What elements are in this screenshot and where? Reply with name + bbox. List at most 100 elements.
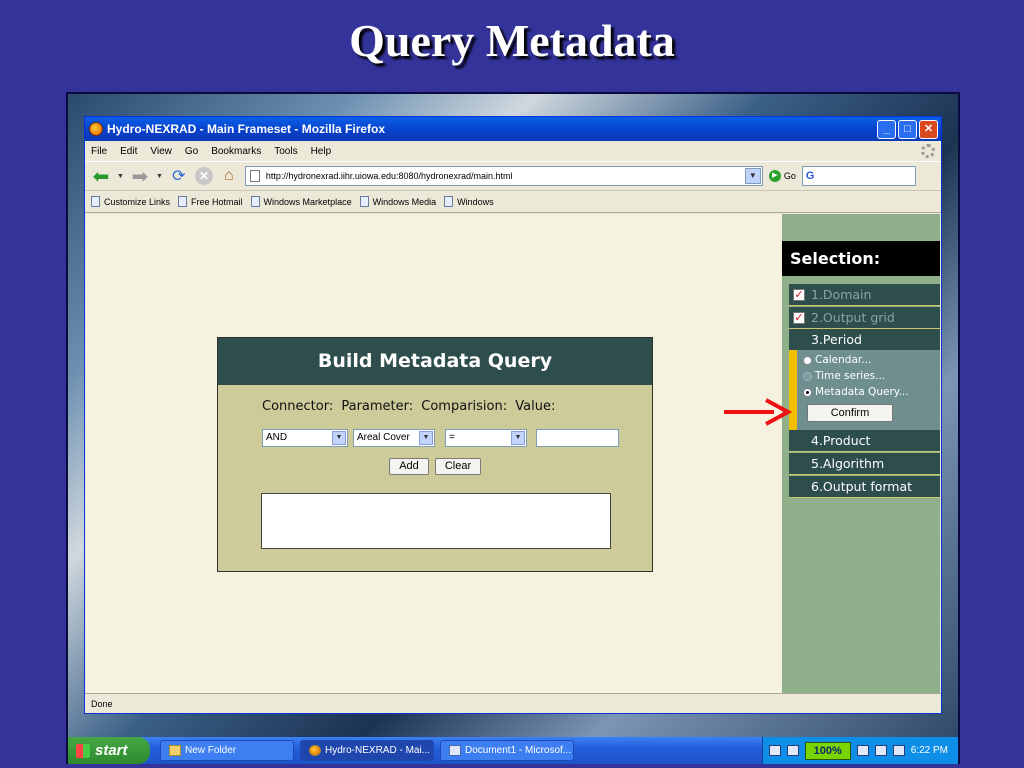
search-input[interactable]: G bbox=[801, 166, 916, 186]
menu-tools[interactable]: Tools bbox=[274, 146, 297, 157]
column-headers: Connector: Parameter: Comparision: Value… bbox=[262, 399, 559, 414]
bookmark-windows-media[interactable]: Windows Media bbox=[359, 196, 436, 207]
go-label: Go bbox=[783, 171, 796, 181]
status-bar: Done bbox=[85, 693, 941, 713]
step-output-grid[interactable]: ✓ 2.Output grid bbox=[789, 307, 940, 329]
system-tray: 100% 6:22 PM bbox=[761, 737, 958, 764]
selection-title: Selection: bbox=[782, 241, 940, 276]
forward-dropdown-icon[interactable]: ▼ bbox=[156, 173, 163, 180]
parameter-select[interactable]: Areal Cover ▼ bbox=[353, 429, 435, 447]
bookmark-page-icon bbox=[359, 196, 369, 207]
value-header: Value: bbox=[515, 399, 556, 414]
task-new-folder[interactable]: New Folder bbox=[160, 740, 294, 761]
bookmark-free-hotmail[interactable]: Free Hotmail bbox=[178, 196, 243, 207]
step-product[interactable]: 4.Product bbox=[789, 430, 940, 452]
chevron-down-icon: ▼ bbox=[511, 431, 525, 445]
selection-sidebar: Selection: ✓ 1.Domain ✓ 2.Output grid 3.Pe… bbox=[782, 214, 940, 693]
menu-bookmarks[interactable]: Bookmarks bbox=[211, 146, 261, 157]
navigation-toolbar: ⬅ ▼ ➡ ▼ ⟳ ✕ ⌂ http://hydronexrad.iihr.ui… bbox=[85, 161, 941, 191]
metadata-query-panel: Build Metadata Query Connector: Paramete… bbox=[217, 337, 653, 572]
maximize-button[interactable]: □ bbox=[898, 119, 917, 139]
panel-title: Build Metadata Query bbox=[218, 338, 652, 385]
comparison-value: = bbox=[449, 432, 455, 443]
url-text: http://hydronexrad.iihr.uiowa.edu:8080/h… bbox=[265, 171, 513, 181]
menu-help[interactable]: Help bbox=[311, 146, 332, 157]
task-word[interactable]: Document1 - Microsof... bbox=[440, 740, 574, 761]
query-result-box[interactable] bbox=[261, 493, 611, 549]
back-dropdown-icon[interactable]: ▼ bbox=[117, 173, 124, 180]
task-firefox[interactable]: Hydro-NEXRAD - Mai... bbox=[300, 740, 434, 761]
radio-selected-icon bbox=[803, 387, 812, 397]
help-icon[interactable] bbox=[786, 745, 799, 756]
page-icon bbox=[249, 170, 260, 182]
menu-go[interactable]: Go bbox=[185, 146, 198, 157]
power-icon[interactable] bbox=[856, 745, 869, 756]
stop-icon[interactable]: ✕ bbox=[194, 167, 213, 185]
minimize-button[interactable]: _ bbox=[877, 119, 896, 139]
zoom-level[interactable]: 100% bbox=[804, 741, 851, 760]
value-input[interactable] bbox=[536, 429, 619, 447]
step-label: 4.Product bbox=[811, 433, 871, 448]
task-label: New Folder bbox=[185, 745, 237, 756]
bookmark-page-icon bbox=[444, 196, 454, 207]
step-algorithm[interactable]: 5.Algorithm bbox=[789, 453, 940, 475]
step-label: 6.Output format bbox=[811, 479, 913, 494]
step-label: 2.Output grid bbox=[811, 310, 895, 325]
volume-icon[interactable] bbox=[874, 745, 887, 756]
url-field[interactable]: http://hydronexrad.iihr.uiowa.edu:8080/h… bbox=[244, 166, 763, 186]
step-domain[interactable]: ✓ 1.Domain bbox=[789, 284, 940, 306]
bookmark-label: Free Hotmail bbox=[191, 196, 243, 207]
bookmark-label: Customize Links bbox=[104, 196, 171, 207]
reload-icon[interactable]: ⟳ bbox=[169, 166, 189, 186]
connector-value: AND bbox=[266, 432, 288, 443]
step-output-format[interactable]: 6.Output format bbox=[789, 476, 940, 498]
parameter-header: Parameter: bbox=[341, 399, 414, 414]
bookmark-label: Windows Marketplace bbox=[263, 196, 352, 207]
network-icon[interactable] bbox=[892, 745, 905, 756]
firefox-icon bbox=[89, 122, 103, 136]
comparison-header: Comparision: bbox=[421, 399, 508, 414]
confirm-button[interactable]: Confirm bbox=[807, 404, 893, 422]
step-period[interactable]: 3.Period bbox=[789, 329, 940, 351]
bookmark-page-icon bbox=[91, 196, 100, 207]
bookmark-customize-links[interactable]: Customize Links bbox=[91, 196, 170, 207]
url-dropdown-icon[interactable]: ▼ bbox=[744, 168, 761, 184]
parameter-value: Areal Cover bbox=[357, 432, 410, 443]
menu-view[interactable]: View bbox=[150, 146, 172, 157]
bookmarks-toolbar: Customize Links Free Hotmail Windows Mar… bbox=[85, 191, 941, 213]
window-titlebar[interactable]: Hydro-NEXRAD - Main Frameset - Mozilla F… bbox=[85, 117, 941, 141]
word-document-icon bbox=[449, 745, 461, 756]
bookmark-page-icon bbox=[178, 196, 188, 207]
menu-bar: File Edit View Go Bookmarks Tools Help bbox=[85, 141, 941, 161]
red-arrow-icon bbox=[724, 398, 792, 426]
add-button[interactable]: Add bbox=[389, 458, 429, 475]
bookmark-windows[interactable]: Windows bbox=[444, 196, 494, 207]
go-icon: ▶ bbox=[768, 170, 781, 182]
slide-title: Query Metadata bbox=[349, 15, 675, 66]
option-calendar[interactable]: Calendar... bbox=[803, 354, 871, 366]
comparison-select[interactable]: = ▼ bbox=[445, 429, 527, 447]
chevron-down-icon: ▼ bbox=[419, 431, 433, 445]
clear-button[interactable]: Clear bbox=[435, 458, 481, 475]
option-time-series[interactable]: Time series... bbox=[803, 370, 885, 382]
close-button[interactable]: ✕ bbox=[919, 119, 938, 139]
start-label: start bbox=[95, 742, 128, 759]
taskbar: start New Folder Hydro-NEXRAD - Mai... D… bbox=[68, 737, 958, 764]
bookmark-windows-marketplace[interactable]: Windows Marketplace bbox=[250, 196, 352, 207]
step-label: 3.Period bbox=[811, 332, 862, 347]
forward-icon[interactable]: ➡ bbox=[130, 166, 150, 188]
menu-file[interactable]: File bbox=[91, 146, 107, 157]
home-icon[interactable]: ⌂ bbox=[219, 166, 239, 186]
window-title: Hydro-NEXRAD - Main Frameset - Mozilla F… bbox=[107, 122, 386, 136]
back-icon[interactable]: ⬅ bbox=[91, 166, 111, 188]
go-button[interactable]: ▶ Go bbox=[768, 170, 796, 182]
connector-select[interactable]: AND ▼ bbox=[262, 429, 348, 447]
start-button[interactable]: start bbox=[68, 737, 150, 764]
checkbox-checked-icon: ✓ bbox=[793, 311, 805, 324]
menu-edit[interactable]: Edit bbox=[120, 146, 137, 157]
option-metadata-query[interactable]: Metadata Query... bbox=[803, 386, 909, 398]
checkbox-checked-icon: ✓ bbox=[793, 288, 805, 301]
folder-icon bbox=[169, 745, 181, 756]
pen-icon[interactable] bbox=[768, 745, 781, 756]
step-label: 5.Algorithm bbox=[811, 456, 885, 471]
